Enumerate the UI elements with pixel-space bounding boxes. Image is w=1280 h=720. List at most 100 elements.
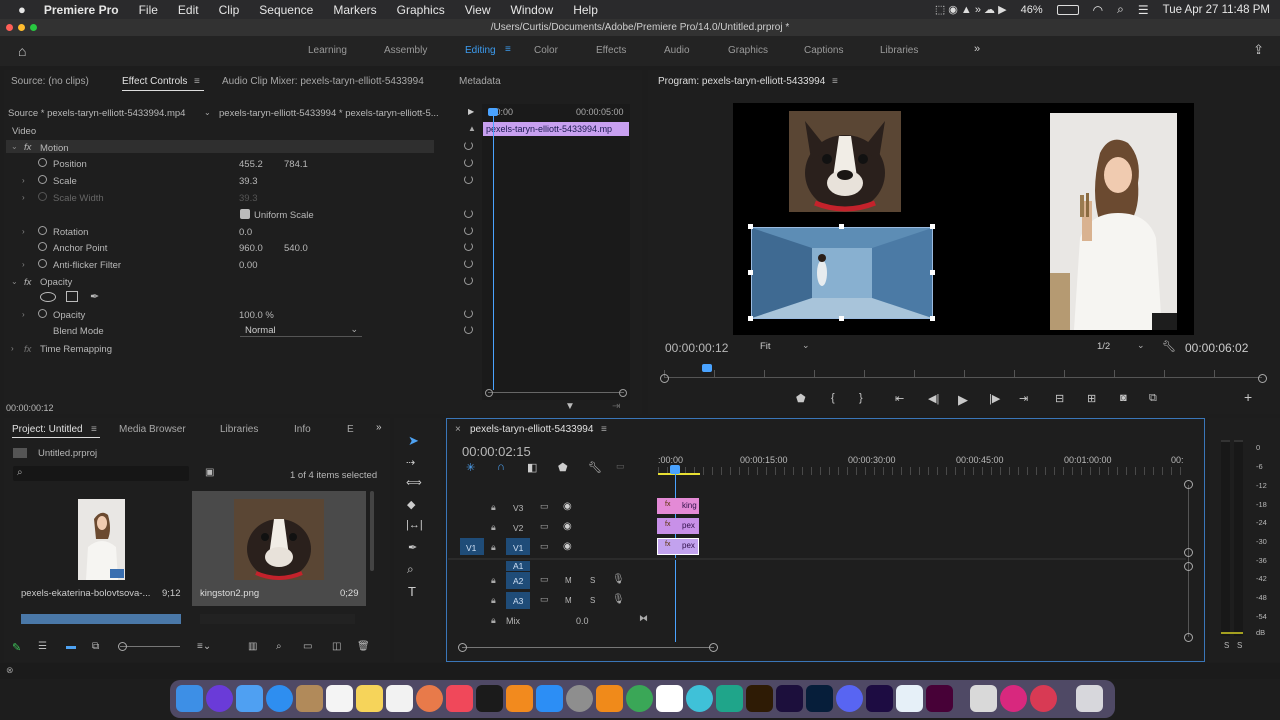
- project-search-input[interactable]: [13, 466, 189, 481]
- battery-icon[interactable]: [1056, 4, 1079, 15]
- new-bin-from-search-icon[interactable]: ▣: [205, 467, 214, 478]
- voiceover-icon[interactable]: 🎙︎: [612, 594, 625, 605]
- uniform-scale-checkbox[interactable]: [240, 209, 250, 219]
- wifi-icon[interactable]: ◠: [1093, 3, 1103, 17]
- hscroll-right-handle[interactable]: [709, 643, 718, 652]
- menu-clip[interactable]: Clip: [219, 3, 240, 17]
- workspace-assembly[interactable]: Assembly: [384, 45, 427, 56]
- tab-metadata[interactable]: Metadata: [459, 76, 501, 87]
- lock-track-icon[interactable]: 🔒︎: [491, 615, 496, 626]
- apple-icon[interactable]: ●: [18, 2, 26, 17]
- program-scroll-right-handle[interactable]: [1258, 374, 1267, 383]
- rotation-value[interactable]: 0.0: [239, 227, 252, 238]
- antiflicker-value[interactable]: 0.00: [239, 260, 258, 271]
- project-scrollbar[interactable]: [370, 491, 374, 571]
- ec-scroll-left-handle[interactable]: [485, 389, 493, 397]
- add-marker-icon[interactable]: ⬟: [796, 392, 806, 405]
- selection-handle[interactable]: [839, 316, 844, 321]
- timeline-horizontal-scroll[interactable]: [462, 647, 714, 648]
- reset-uniform-scale-icon[interactable]: [464, 209, 473, 218]
- program-monitor-title[interactable]: Program: pexels-taryn-elliott-5433994: [658, 76, 825, 87]
- reset-blend-icon[interactable]: [464, 325, 473, 334]
- mute-a2-button[interactable]: M: [565, 576, 572, 585]
- timeline-settings-icon[interactable]: 🔧︎: [588, 461, 602, 474]
- position-stopwatch-icon[interactable]: [38, 158, 47, 167]
- vscroll-handle[interactable]: [1184, 480, 1193, 489]
- solo-a3-button[interactable]: S: [590, 596, 595, 605]
- workspace-color[interactable]: Color: [534, 45, 558, 56]
- photoshop-icon[interactable]: [806, 685, 833, 712]
- blend-mode-select[interactable]: Normal ⌄: [240, 323, 362, 337]
- timeline-vertical-scroll[interactable]: [1188, 485, 1189, 637]
- linked-selection-icon[interactable]: ∩: [497, 461, 505, 473]
- slip-tool-icon[interactable]: |↔|: [406, 519, 423, 531]
- reset-motion-icon[interactable]: [464, 141, 473, 150]
- premiere-icon[interactable]: [776, 685, 803, 712]
- media-name[interactable]: pexels-ekaterina-bolovtsova-...: [21, 588, 150, 599]
- selection-handle[interactable]: [930, 224, 935, 229]
- tab-libraries[interactable]: Libraries: [220, 424, 258, 435]
- zoom-tool-icon[interactable]: ⌕: [407, 562, 414, 577]
- rotation-stopwatch-icon[interactable]: [38, 226, 47, 235]
- export-frame-icon[interactable]: ◙: [1120, 392, 1127, 404]
- program-scroll-left-handle[interactable]: [660, 374, 669, 383]
- after-effects-icon[interactable]: [866, 685, 893, 712]
- opacity-fx-icon[interactable]: fx: [24, 277, 31, 288]
- position-y-value[interactable]: 784.1: [284, 159, 308, 170]
- control-center-icon[interactable]: ☰: [1138, 3, 1149, 17]
- filter-icon[interactable]: ▼: [565, 401, 575, 412]
- selection-tool-icon[interactable]: ➤: [408, 433, 419, 449]
- toggle-output-icon[interactable]: ◉: [563, 541, 572, 552]
- ellipse-mask-icon[interactable]: [40, 292, 56, 302]
- vscroll-handle[interactable]: [1184, 633, 1193, 642]
- tv-icon[interactable]: [476, 685, 503, 712]
- expand-motion-icon[interactable]: ⌄: [11, 142, 18, 151]
- expand-antiflicker-icon[interactable]: ›: [22, 260, 25, 269]
- share-icon[interactable]: ⇪: [1253, 42, 1264, 58]
- timeline-tab[interactable]: pexels-taryn-elliott-5433994: [470, 424, 593, 435]
- resolution-select[interactable]: 1/2 ⌄: [1097, 340, 1147, 353]
- media-item-partial[interactable]: [21, 614, 181, 624]
- ec-playhead[interactable]: [493, 110, 494, 390]
- comparison-view-icon[interactable]: ⧉: [1149, 392, 1157, 405]
- selection-handle[interactable]: [839, 224, 844, 229]
- tab-project[interactable]: Project: Untitled: [12, 424, 83, 435]
- reset-opacity-group-icon[interactable]: [464, 276, 473, 285]
- ec-playhead-handle[interactable]: [488, 108, 498, 116]
- xd-icon[interactable]: [926, 685, 953, 712]
- reminders-icon[interactable]: [386, 685, 413, 712]
- system-preferences-icon[interactable]: [566, 685, 593, 712]
- project-menu-icon[interactable]: ≡: [91, 424, 97, 435]
- workspace-learning[interactable]: Learning: [308, 45, 347, 56]
- music-icon[interactable]: [446, 685, 473, 712]
- add-marker-icon[interactable]: ⬟: [558, 461, 568, 474]
- tab-effect-controls[interactable]: Effect Controls: [122, 76, 187, 87]
- mute-a3-button[interactable]: M: [565, 596, 572, 605]
- anchor-x-value[interactable]: 960.0: [239, 243, 263, 254]
- ec-export-icon[interactable]: ⇥: [612, 401, 620, 412]
- menu-view[interactable]: View: [465, 3, 491, 17]
- razor-tool-icon[interactable]: ◆: [407, 498, 415, 511]
- media-item-partial[interactable]: [200, 614, 355, 624]
- expand-scale-icon[interactable]: ›: [22, 176, 25, 185]
- menu-file[interactable]: File: [139, 3, 158, 17]
- app-menu[interactable]: Premiere Pro: [44, 3, 119, 17]
- time-remapping-label[interactable]: Time Remapping: [40, 344, 112, 355]
- workspace-effects[interactable]: Effects: [596, 45, 626, 56]
- menu-markers[interactable]: Markers: [333, 3, 376, 17]
- collapse-icon[interactable]: ▲: [468, 124, 476, 133]
- lock-track-icon[interactable]: 🔒︎: [491, 595, 496, 606]
- expand-time-remap-icon[interactable]: ›: [11, 344, 14, 353]
- illustrator-icon[interactable]: [746, 685, 773, 712]
- sync-lock-icon[interactable]: ▭: [540, 521, 549, 532]
- sequence-clip-label[interactable]: pexels-taryn-elliott-5433994 * pexels-ta…: [219, 108, 439, 119]
- search-icon[interactable]: ⌕: [1117, 2, 1124, 17]
- program-timecode[interactable]: 00:00:00:12: [665, 341, 728, 355]
- clock[interactable]: Tue Apr 27 11:48 PM: [1163, 4, 1270, 16]
- timeline-ruler[interactable]: [658, 467, 1184, 475]
- expand-rotation-icon[interactable]: ›: [22, 227, 25, 236]
- go-to-in-icon[interactable]: ⇤: [895, 392, 904, 405]
- ec-scroll-bar[interactable]: [488, 392, 624, 393]
- tab-audio-clip-mixer[interactable]: Audio Clip Mixer: pexels-taryn-elliott-5…: [222, 76, 424, 87]
- sync-lock-icon[interactable]: ▭: [540, 594, 549, 605]
